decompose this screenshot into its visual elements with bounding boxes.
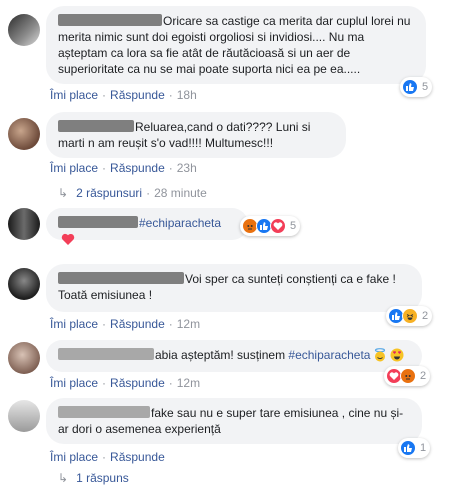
separator: · (168, 88, 173, 102)
comment-bubble: fake sau nu e super tare emisiunea , cin… (46, 398, 422, 444)
redacted-author-name (58, 406, 150, 418)
comment-actions: Îmi place · Răspunde · 18h (50, 88, 197, 102)
like-link[interactable]: Îmi place (50, 161, 98, 175)
separator: · (102, 376, 107, 390)
reply-link[interactable]: Răspunde (110, 161, 165, 175)
comment-text: abia așteptăm! susținem (155, 348, 289, 362)
comment-actions: Îmi place · Răspunde (50, 450, 165, 464)
redacted-author-name (58, 348, 154, 360)
replies-count[interactable]: 1 răspuns (76, 471, 129, 485)
separator: · (168, 317, 173, 331)
comment-bubble: #echiparacheta (46, 208, 248, 245)
comment-bubble: abia așteptăm! susținem #echiparacheta (46, 340, 422, 372)
comment-actions: Îmi place · Răspunde · 12m (50, 317, 200, 331)
reaction-count: 2 (420, 370, 427, 382)
replies-time: 28 minute (154, 186, 207, 200)
view-replies[interactable]: ↳ 1 răspuns (58, 471, 129, 485)
like-link[interactable]: Îmi place (50, 450, 98, 464)
redacted-author-name (58, 272, 184, 284)
separator: · (102, 317, 107, 331)
timestamp[interactable]: 12m (177, 376, 200, 390)
comment-2: Reluarea,cand o dati???? Luni si marti n… (8, 112, 463, 162)
like-icon (402, 79, 418, 95)
reaction-count: 5 (290, 220, 297, 232)
like-link[interactable]: Îmi place (50, 376, 98, 390)
love-icon (270, 218, 286, 234)
reactions-summary[interactable]: 5 (240, 216, 301, 236)
reply-link[interactable]: Răspunde (110, 88, 165, 102)
reactions-summary[interactable]: 5 (400, 77, 433, 97)
redacted-author-name (58, 14, 162, 26)
separator: · (168, 161, 173, 175)
replies-count[interactable]: 2 răspunsuri (76, 186, 142, 200)
separator: · (146, 186, 151, 200)
separator: · (102, 88, 107, 102)
view-replies[interactable]: ↳ 2 răspunsuri · 28 minute (58, 186, 207, 200)
reactions-summary[interactable]: 2 (386, 306, 433, 326)
avatar[interactable] (8, 268, 40, 300)
reactions-summary[interactable]: 2 (384, 366, 431, 386)
reply-arrow-icon: ↳ (58, 471, 69, 485)
avatar[interactable] (8, 208, 40, 240)
comment-bubble: Reluarea,cand o dati???? Luni si marti n… (46, 112, 346, 158)
haha-icon (402, 308, 418, 324)
comment-actions: Îmi place · Răspunde · 23h (50, 161, 197, 175)
comment-3: #echiparacheta 5 (8, 208, 463, 245)
reaction-count: 1 (420, 442, 427, 454)
separator: · (168, 376, 173, 390)
hashtag-link[interactable]: #echiparacheta (139, 216, 221, 230)
comment-bubble: Oricare sa castige ca merita dar cuplul … (46, 6, 426, 84)
comment-6: fake sau nu e super tare emisiunea , cin… (8, 398, 463, 448)
comment-bubble: Voi sper ca sunteți conștienți ca e fake… (46, 264, 422, 312)
reaction-count: 5 (422, 81, 429, 93)
heart-eyes-emoji-icon (390, 348, 404, 366)
like-icon (400, 440, 416, 456)
timestamp[interactable]: 12m (177, 317, 200, 331)
avatar[interactable] (8, 342, 40, 374)
reaction-count: 2 (422, 310, 429, 322)
avatar[interactable] (8, 14, 40, 46)
timestamp[interactable]: 18h (177, 88, 197, 102)
comment-1: Oricare sa castige ca merita dar cuplul … (8, 4, 463, 96)
reply-link[interactable]: Răspunde (110, 376, 165, 390)
separator: · (102, 161, 107, 175)
redacted-author-name (58, 216, 138, 228)
comment-actions: Îmi place · Răspunde · 12m (50, 376, 200, 390)
reply-arrow-icon: ↳ (58, 186, 69, 200)
avatar[interactable] (8, 400, 40, 432)
like-link[interactable]: Îmi place (50, 317, 98, 331)
avatar[interactable] (8, 118, 40, 150)
halo-emoji-icon (373, 348, 387, 366)
heart-emoji-icon (61, 233, 75, 250)
hashtag-link[interactable]: #echiparacheta (288, 348, 370, 362)
reply-link[interactable]: Răspunde (110, 450, 165, 464)
reply-link[interactable]: Răspunde (110, 317, 165, 331)
timestamp[interactable]: 23h (177, 161, 197, 175)
angry-icon (400, 368, 416, 384)
reactions-summary[interactable]: 1 (398, 438, 431, 458)
redacted-author-name (58, 120, 134, 132)
separator: · (102, 450, 107, 464)
like-link[interactable]: Îmi place (50, 88, 98, 102)
